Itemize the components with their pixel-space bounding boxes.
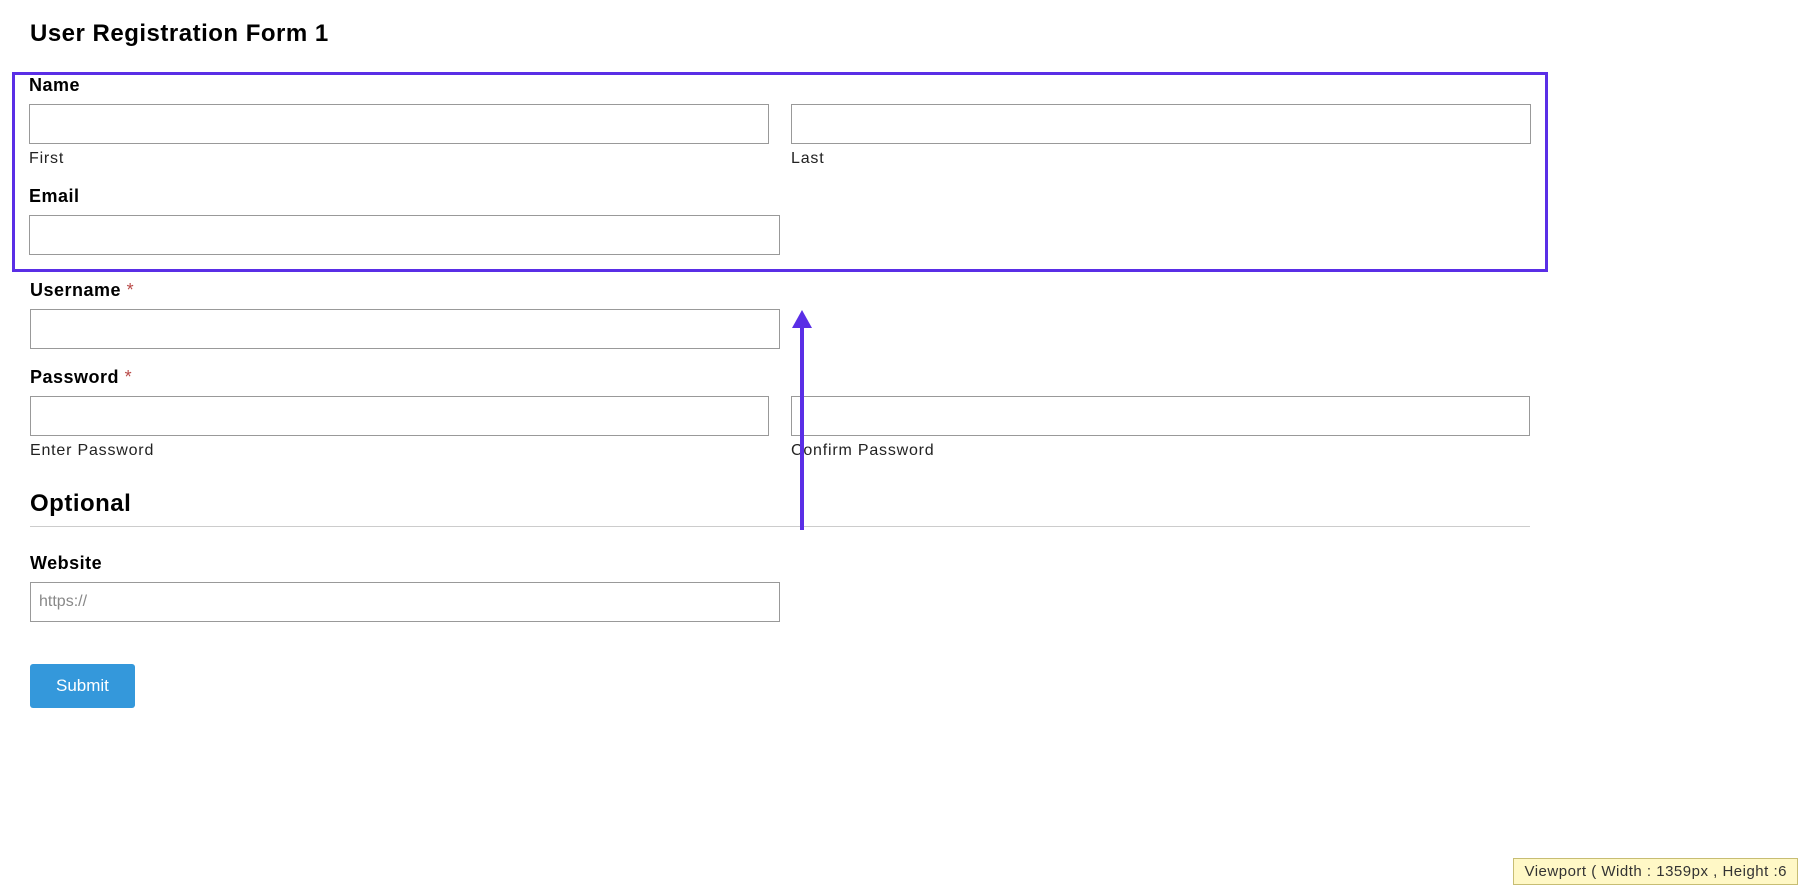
- section-divider: [30, 526, 1530, 527]
- website-label: Website: [30, 553, 1530, 574]
- password-field-group: Password * Enter Password Confirm Passwo…: [30, 367, 1530, 460]
- first-name-sublabel: First: [29, 150, 769, 168]
- form-title: User Registration Form 1: [30, 20, 1530, 48]
- enter-password-sublabel: Enter Password: [30, 442, 769, 460]
- username-label: Username *: [30, 280, 1530, 301]
- username-field-group: Username *: [30, 280, 1530, 349]
- name-field-group: Name First Last: [29, 75, 1531, 168]
- password-label: Password *: [30, 367, 1530, 388]
- optional-section-heading: Optional: [30, 490, 1530, 518]
- email-label: Email: [29, 186, 1531, 207]
- viewport-badge: Viewport ( Width : 1359px , Height :6: [1513, 858, 1798, 885]
- required-asterisk-icon: *: [125, 367, 133, 387]
- confirm-password-sublabel: Confirm Password: [791, 442, 1530, 460]
- email-field-group: Email: [29, 186, 1531, 255]
- annotation-highlight-box: Name First Last Email: [12, 72, 1548, 272]
- website-input[interactable]: [30, 582, 780, 622]
- last-name-input[interactable]: [791, 104, 1531, 144]
- name-label: Name: [29, 75, 1531, 96]
- email-input[interactable]: [29, 215, 780, 255]
- username-input[interactable]: [30, 309, 780, 349]
- first-name-input[interactable]: [29, 104, 769, 144]
- confirm-password-input[interactable]: [791, 396, 1530, 436]
- last-name-sublabel: Last: [791, 150, 1531, 168]
- website-field-group: Website: [30, 553, 1530, 622]
- submit-button[interactable]: Submit: [30, 664, 135, 708]
- password-label-text: Password: [30, 367, 119, 387]
- username-label-text: Username: [30, 280, 121, 300]
- required-asterisk-icon: *: [127, 280, 135, 300]
- password-input[interactable]: [30, 396, 769, 436]
